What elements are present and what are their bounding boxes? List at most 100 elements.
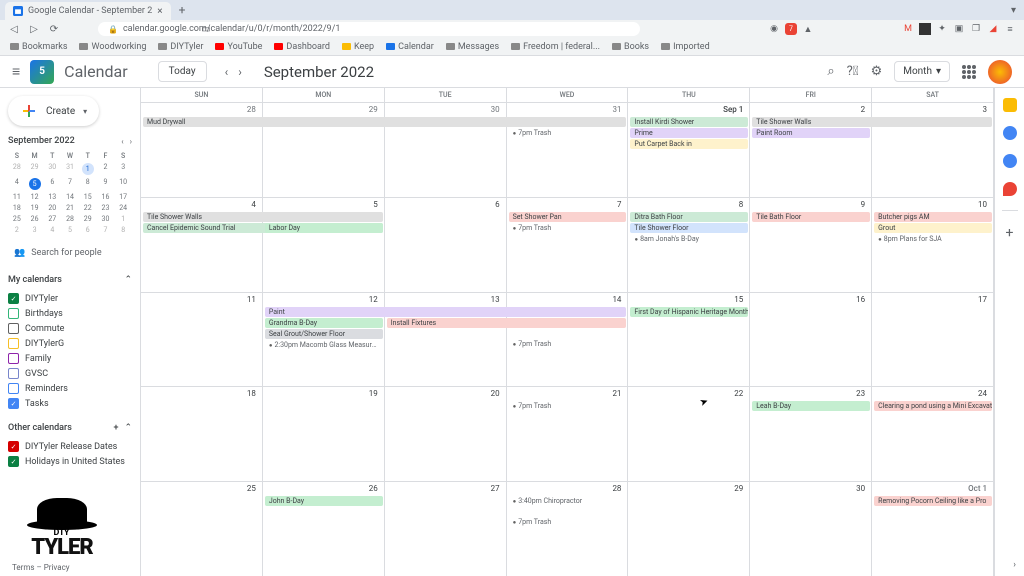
maps-icon[interactable] <box>1003 182 1017 196</box>
calendar-event-span[interactable]: Tile Shower Walls <box>143 212 383 222</box>
mini-cal-day[interactable]: 10 <box>114 176 132 191</box>
create-button[interactable]: Create ▾ <box>8 96 99 126</box>
account-avatar[interactable] <box>988 60 1012 84</box>
mini-cal-day[interactable]: 21 <box>61 202 79 213</box>
calendar-list-item[interactable]: GVSC <box>8 366 132 381</box>
calendar-event[interactable]: 7pm Trash <box>509 401 626 411</box>
day-cell[interactable]: 30 <box>750 482 872 576</box>
day-cell[interactable]: 29 <box>628 482 750 576</box>
calendar-event-span[interactable]: Tile Shower Floor <box>630 223 748 233</box>
new-tab-button[interactable]: + <box>179 3 186 17</box>
add-panel-button[interactable]: + <box>1006 225 1014 241</box>
calendar-event-span[interactable]: Removing Pocorn Ceiling like a Pro <box>874 496 992 506</box>
calendar-list-item[interactable]: Holidays in United States <box>8 454 132 469</box>
day-cell[interactable]: 19 <box>263 387 385 481</box>
calendar-checkbox[interactable] <box>8 353 19 364</box>
search-people-input[interactable]: 👥 Search for people <box>8 243 132 263</box>
copy-ext-icon[interactable]: ❐ <box>970 23 982 35</box>
calendar-list-item[interactable]: Family <box>8 351 132 366</box>
mini-cal-day[interactable]: 4 <box>43 224 61 235</box>
mini-cal-day[interactable]: 29 <box>26 161 44 176</box>
calendar-list-item[interactable]: DIYTylerG <box>8 336 132 351</box>
settings-icon[interactable]: ⚙ <box>871 64 883 79</box>
calendar-event-span[interactable]: Paint <box>265 307 627 317</box>
calendar-checkbox[interactable] <box>8 383 19 394</box>
calendar-checkbox[interactable] <box>8 368 19 379</box>
menu-icon[interactable]: ≡ <box>1004 23 1016 35</box>
bookmark-item[interactable]: Keep <box>342 42 374 52</box>
calendar-event-span[interactable]: Seal Grout/Shower Floor <box>265 329 383 339</box>
search-icon[interactable]: ⌕ <box>827 64 834 79</box>
mini-cal-day[interactable]: 4 <box>8 176 26 191</box>
day-cell[interactable]: 11 <box>141 293 263 387</box>
back-button[interactable]: ◁ <box>8 23 20 35</box>
mini-cal-day[interactable]: 30 <box>97 213 115 224</box>
mini-cal-day[interactable]: 29 <box>79 213 97 224</box>
bookmark-item[interactable]: YouTube <box>215 42 262 52</box>
mini-cal-day[interactable]: 30 <box>43 161 61 176</box>
day-cell[interactable]: 27 <box>385 482 507 576</box>
calendar-checkbox[interactable] <box>8 308 19 319</box>
add-calendar-icon[interactable]: + <box>113 423 118 433</box>
mini-calendar[interactable]: SMTWTFS282930311234567891011121314151617… <box>8 150 132 235</box>
calendar-event-span[interactable]: Mud Drywall <box>143 117 626 127</box>
mini-cal-day[interactable]: 1 <box>114 213 132 224</box>
mini-cal-day[interactable]: 7 <box>97 224 115 235</box>
day-cell[interactable]: 20 <box>385 387 507 481</box>
calendar-event[interactable]: 8am Jonah's B-Day <box>630 234 747 244</box>
bookmark-item[interactable]: Messages <box>446 42 499 52</box>
day-cell[interactable]: 16 <box>750 293 872 387</box>
bookmark-item[interactable]: Calendar <box>386 42 434 52</box>
calendar-event[interactable]: 3:40pm Chiropractor <box>509 496 626 506</box>
calendar-checkbox[interactable] <box>8 456 19 467</box>
calendar-event[interactable]: 8pm Plans for SJA <box>874 234 991 244</box>
day-cell[interactable]: 25 <box>141 482 263 576</box>
calendar-event-span[interactable]: Tile Bath Floor <box>752 212 870 222</box>
day-cell[interactable]: 6 <box>385 198 507 292</box>
mini-cal-day[interactable]: 27 <box>43 213 61 224</box>
collapse-panel-icon[interactable]: › <box>1013 560 1016 570</box>
mini-cal-day[interactable]: 31 <box>61 161 79 176</box>
calendar-event-span[interactable]: First Day of Hispanic Heritage Month <box>630 307 748 317</box>
prev-month-button[interactable]: ‹ <box>225 65 229 79</box>
calendar-event-span[interactable]: Put Carpet Back in <box>630 139 748 149</box>
mini-cal-day[interactable]: 11 <box>8 191 26 202</box>
mini-cal-day[interactable]: 23 <box>97 202 115 213</box>
mini-cal-day[interactable]: 6 <box>43 176 61 191</box>
day-cell[interactable]: 217pm Trash <box>507 387 629 481</box>
mini-prev-button[interactable]: ‹ <box>121 137 123 146</box>
square-ext-icon[interactable]: ▣ <box>953 23 965 35</box>
mini-cal-day[interactable]: 9 <box>97 176 115 191</box>
mini-next-button[interactable]: › <box>130 137 132 146</box>
mini-cal-day[interactable]: 13 <box>43 191 61 202</box>
mini-cal-day[interactable]: 26 <box>26 213 44 224</box>
mini-cal-day[interactable]: 3 <box>26 224 44 235</box>
calendar-checkbox[interactable] <box>8 293 19 304</box>
bookmark-item[interactable]: Woodworking <box>79 42 146 52</box>
day-cell[interactable]: 283:40pm Chiropractor7pm Trash <box>507 482 629 576</box>
other-calendars-toggle[interactable]: Other calendars +⌃ <box>8 421 132 435</box>
mini-cal-day[interactable]: 14 <box>61 191 79 202</box>
calendar-checkbox[interactable] <box>8 323 19 334</box>
today-button[interactable]: Today <box>158 61 207 82</box>
contacts-icon[interactable] <box>1003 154 1017 168</box>
forward-button[interactable]: ▷ <box>28 23 40 35</box>
mini-cal-day[interactable]: 12 <box>26 191 44 202</box>
calendar-event-span[interactable]: John B-Day <box>265 496 383 506</box>
bookmark-item[interactable]: Freedom | federal... <box>511 42 600 52</box>
mini-cal-day[interactable]: 3 <box>114 161 132 176</box>
main-menu-button[interactable]: ≡ <box>12 63 20 80</box>
mini-cal-day[interactable]: 15 <box>79 191 97 202</box>
calendar-list-item[interactable]: Commute <box>8 321 132 336</box>
notification-badge[interactable]: 7 <box>785 23 797 35</box>
bookmark-item[interactable]: DIYTyler <box>158 42 203 52</box>
bookmark-item[interactable]: Bookmarks <box>10 42 67 52</box>
day-cell[interactable]: 22 <box>628 387 750 481</box>
keep-icon[interactable] <box>1003 98 1017 112</box>
mini-cal-day[interactable]: 28 <box>8 161 26 176</box>
my-calendars-toggle[interactable]: My calendars ⌃ <box>8 273 132 287</box>
bookmark-item[interactable]: Dashboard <box>274 42 330 52</box>
reload-button[interactable]: ⟳ <box>48 23 60 35</box>
mini-cal-day[interactable]: 5 <box>61 224 79 235</box>
cast-icon[interactable]: ◉ <box>768 23 780 35</box>
